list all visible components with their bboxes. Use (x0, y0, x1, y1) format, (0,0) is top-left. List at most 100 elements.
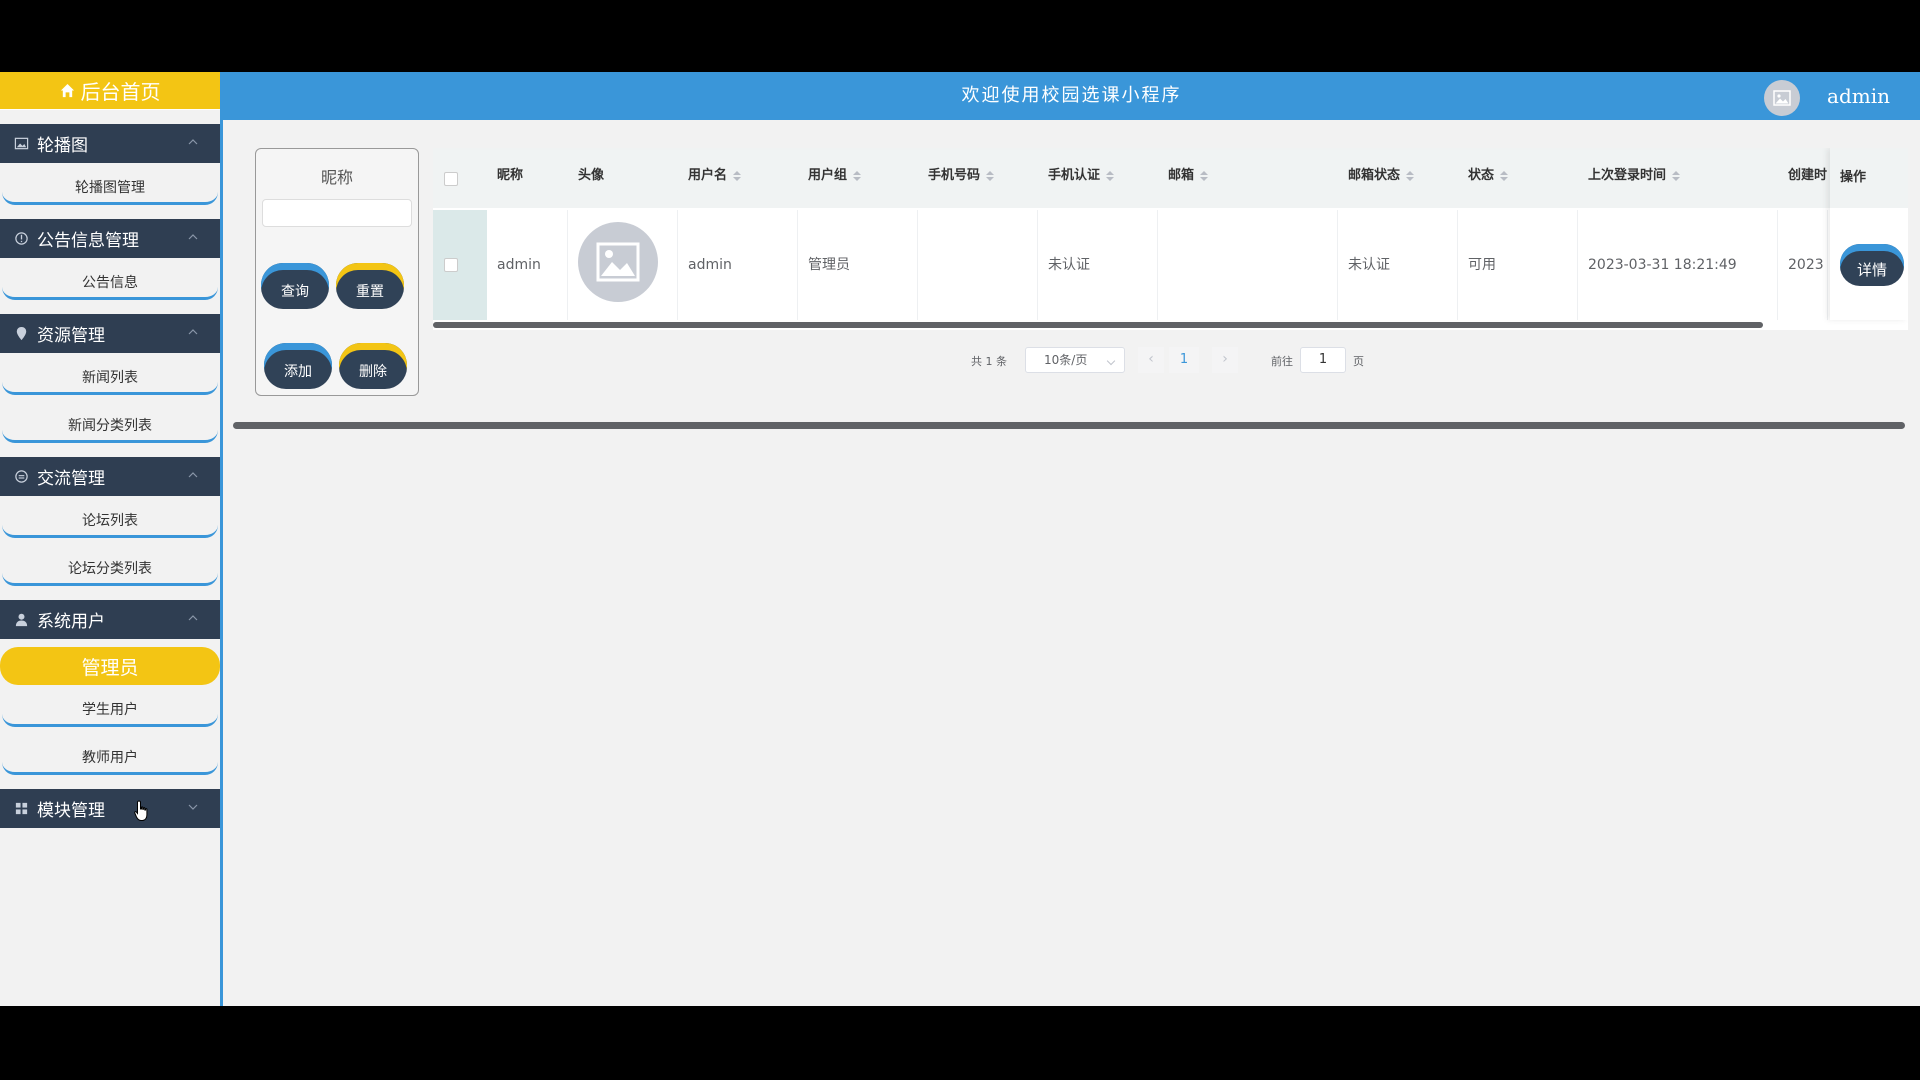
col-nickname: 昵称 (497, 168, 524, 183)
cell-username: admin (678, 210, 798, 320)
nickname-search-input[interactable] (262, 199, 412, 227)
goto-page-input[interactable]: 1 (1300, 347, 1346, 373)
col-status[interactable]: 状态 (1468, 148, 1509, 208)
avatar[interactable] (1764, 80, 1800, 116)
cell-phone-auth: 未认证 (1038, 210, 1158, 320)
cell-last-login: 2023-03-31 18:21:49 (1578, 210, 1778, 320)
select-all-checkbox[interactable] (444, 172, 458, 186)
sort-icon[interactable] (1500, 170, 1509, 181)
col-last-login[interactable]: 上次登录时间 (1588, 148, 1681, 208)
menu-header-notice[interactable]: 公告信息管理 (0, 219, 220, 258)
col-label: 邮箱 (1168, 168, 1195, 183)
cell-status: 可用 (1458, 210, 1578, 320)
table-horizontal-scrollbar[interactable] (433, 322, 1763, 328)
col-group[interactable]: 用户组 (808, 148, 862, 208)
row-checkbox[interactable] (444, 258, 458, 272)
menu-header-label: 资源管理 (37, 326, 105, 346)
home-link[interactable]: 后台首页 (0, 72, 220, 110)
col-created: 创建时 (1788, 168, 1828, 183)
sidebar-item-forum-category[interactable]: 论坛分类列表 (0, 544, 220, 592)
page-size-select[interactable]: 10条/页 (1025, 347, 1125, 373)
pagination: 共 1 条 10条/页 ‹ 1 › 前往 1 页 (223, 346, 1920, 374)
main-content: 昵称 查询 重置 添加 删除 昵称 头像 用户名 用户组 手机号码 手机认证 邮… (223, 120, 1920, 1006)
cell-group: 管理员 (798, 210, 918, 320)
chevron-up-icon (188, 615, 198, 621)
sidebar: 后台首页 轮播图 轮播图管理 公告信息管理 公告信息 资源管理 新闻列表 新闻分… (0, 72, 223, 1006)
sidebar-item-news-list[interactable]: 新闻列表 (0, 353, 220, 401)
sort-icon[interactable] (1106, 170, 1115, 181)
col-label: 手机认证 (1048, 168, 1101, 183)
next-page-button[interactable]: › (1212, 347, 1238, 373)
grid-icon (14, 801, 29, 816)
menu-header-label: 系统用户 (37, 612, 105, 632)
sidebar-item-teacher-users[interactable]: 教师用户 (0, 733, 220, 781)
chat-icon (14, 469, 29, 484)
pager-total: 共 1 条 (971, 355, 1007, 368)
query-button[interactable]: 查询 (261, 263, 329, 309)
info-icon (14, 231, 29, 246)
sidebar-item-news-category[interactable]: 新闻分类列表 (0, 401, 220, 449)
image-icon (14, 136, 29, 151)
sort-icon[interactable] (853, 170, 862, 181)
sort-icon[interactable] (1200, 170, 1209, 181)
col-actions: 操作 (1830, 148, 1908, 208)
sort-icon[interactable] (733, 170, 742, 181)
cell-phone (918, 210, 1038, 320)
detail-button[interactable]: 详情 (1840, 244, 1904, 286)
sort-icon[interactable] (1672, 170, 1681, 181)
chevron-up-icon (188, 234, 198, 240)
location-icon (14, 326, 29, 341)
current-page[interactable]: 1 (1169, 347, 1199, 373)
app-window: 后台首页 轮播图 轮播图管理 公告信息管理 公告信息 资源管理 新闻列表 新闻分… (0, 72, 1920, 1006)
sidebar-item-label: 管理员 (81, 656, 139, 679)
menu-header-label: 轮播图 (37, 136, 88, 156)
sidebar-item-notice[interactable]: 公告信息 (0, 258, 220, 306)
sort-icon[interactable] (986, 170, 995, 181)
row-select-cell (433, 210, 487, 320)
actions-column: 操作 详情 (1830, 148, 1908, 320)
col-avatar: 头像 (578, 168, 605, 183)
sidebar-item-forum-list[interactable]: 论坛列表 (0, 496, 220, 544)
data-table: 昵称 头像 用户名 用户组 手机号码 手机认证 邮箱 邮箱状态 状态 上次登录时… (433, 148, 1908, 330)
col-label: 用户名 (688, 168, 728, 183)
home-label: 后台首页 (80, 80, 161, 104)
chevron-up-icon (188, 472, 198, 478)
menu-header-forum[interactable]: 交流管理 (0, 457, 220, 496)
page-size-value: 10条/页 (1044, 353, 1088, 367)
cell-email-status: 未认证 (1338, 210, 1458, 320)
sidebar-item-admin[interactable]: 管理员 (0, 647, 220, 685)
table-row[interactable]: admin admin 管理员 未认证 未认证 可用 2023-03-31 18… (433, 210, 1908, 320)
chevron-up-icon (188, 329, 198, 335)
sidebar-item-student-users[interactable]: 学生用户 (0, 685, 220, 733)
page-title: 欢迎使用校园选课小程序 (961, 85, 1182, 106)
cell-email (1158, 210, 1338, 320)
sidebar-item-carousel-manage[interactable]: 轮播图管理 (0, 163, 220, 211)
col-label: 手机号码 (928, 168, 981, 183)
reset-button[interactable]: 重置 (336, 263, 404, 309)
search-label: 昵称 (320, 168, 353, 187)
user-icon (14, 612, 29, 627)
col-email-status[interactable]: 邮箱状态 (1348, 148, 1415, 208)
cell-created: 2023 (1778, 210, 1828, 320)
chevron-down-icon (1106, 356, 1116, 366)
chevron-down-icon (188, 804, 198, 810)
username[interactable]: admin (1827, 72, 1890, 120)
prev-page-button[interactable]: ‹ (1138, 347, 1164, 373)
col-phone[interactable]: 手机号码 (928, 148, 995, 208)
image-icon (596, 242, 640, 282)
table-header: 昵称 头像 用户名 用户组 手机号码 手机认证 邮箱 邮箱状态 状态 上次登录时… (433, 148, 1908, 208)
chevron-up-icon (188, 139, 198, 145)
menu-header-system-users[interactable]: 系统用户 (0, 600, 220, 639)
sort-icon[interactable] (1406, 170, 1415, 181)
menu-header-modules[interactable]: 模块管理 (0, 789, 220, 828)
col-label: 邮箱状态 (1348, 168, 1401, 183)
menu-header-carousel[interactable]: 轮播图 (0, 124, 220, 163)
page-horizontal-scrollbar[interactable] (233, 422, 1905, 429)
col-email[interactable]: 邮箱 (1168, 148, 1209, 208)
hand-cursor-icon (134, 800, 148, 821)
col-phone-auth[interactable]: 手机认证 (1048, 148, 1115, 208)
menu-header-resources[interactable]: 资源管理 (0, 314, 220, 353)
col-username[interactable]: 用户名 (688, 148, 742, 208)
col-label: 用户组 (808, 168, 848, 183)
menu-header-label: 模块管理 (37, 801, 105, 821)
